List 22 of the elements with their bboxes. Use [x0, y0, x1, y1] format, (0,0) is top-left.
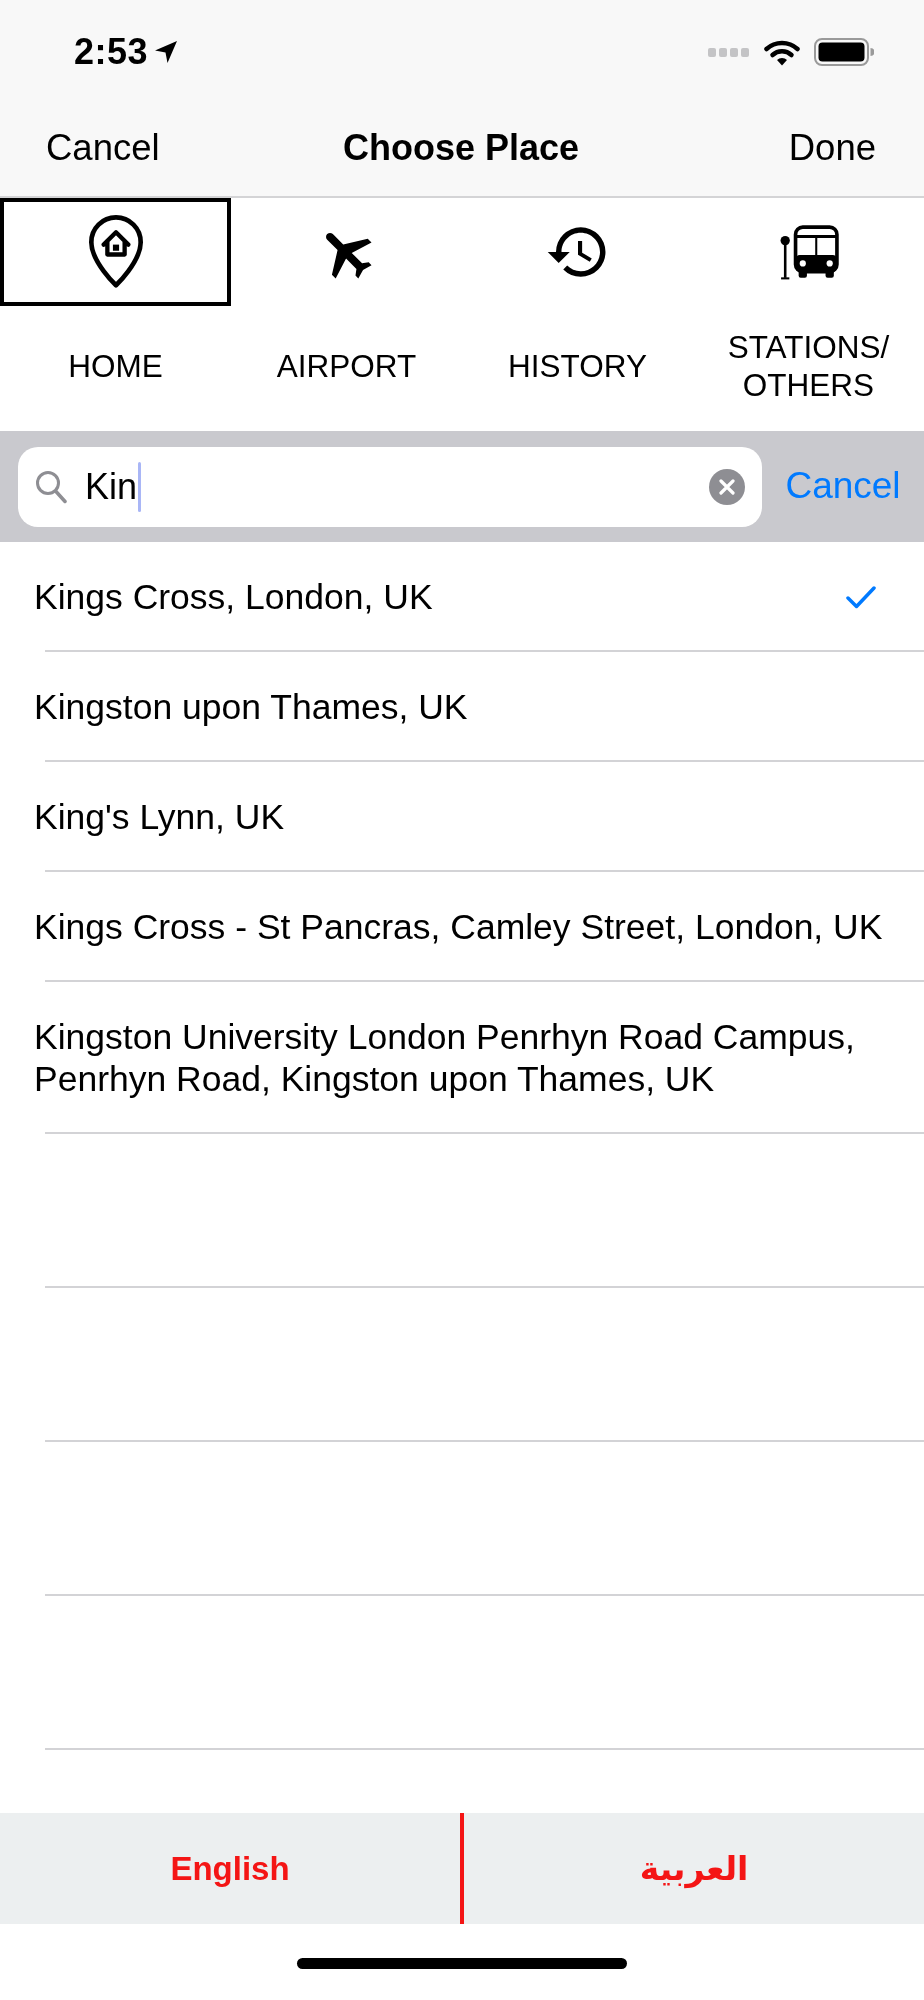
status-time: 2:53: [74, 31, 149, 73]
language-button[interactable]: English: [0, 1813, 460, 1924]
signal-icon: [708, 47, 750, 57]
done-button[interactable]: Done: [788, 126, 876, 170]
tab-label[interactable]: AIRPORT: [276, 346, 417, 385]
cancel-button[interactable]: Cancel: [46, 126, 160, 170]
screen-title: Choose Place: [342, 127, 580, 169]
language-button[interactable]: العربية: [464, 1813, 924, 1924]
location-arrow-icon: [154, 40, 179, 64]
clear-button[interactable]: [709, 468, 745, 505]
tab-label[interactable]: HOME: [68, 346, 163, 385]
search-text: Kin: [85, 464, 138, 509]
clear-icon: [719, 478, 735, 495]
category-tab[interactable]: [0, 198, 231, 306]
search-icon: [35, 469, 67, 504]
wifi-icon: [764, 38, 800, 66]
search-field[interactable]: Kin: [18, 446, 762, 527]
battery-icon: [814, 38, 874, 66]
bus-stop-icon: [778, 224, 839, 280]
tab-label[interactable]: STATIONS/ OTHERS: [699, 327, 918, 404]
home-indicator[interactable]: [297, 1957, 627, 1969]
tab-label[interactable]: HISTORY: [508, 346, 647, 385]
